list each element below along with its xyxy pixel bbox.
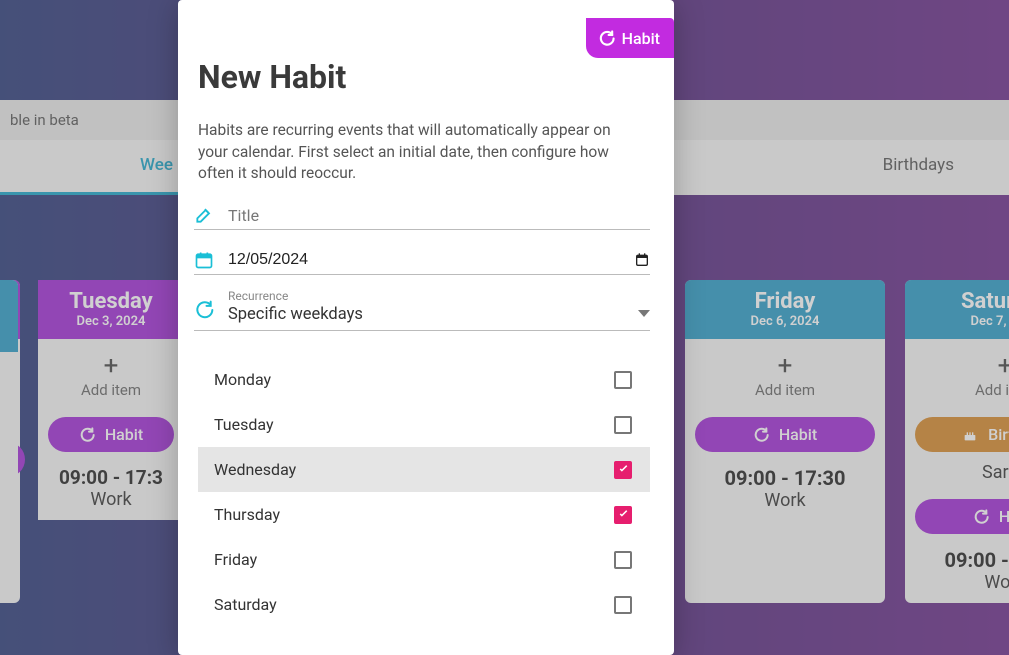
day-header: Saturday Dec 7, 2024 [905,280,1009,339]
weekday-label: Saturday [214,595,277,614]
weekday-label: Tuesday [214,415,274,434]
habit-pill-label: Habit [105,425,143,444]
chevron-down-icon [638,310,650,318]
add-item-label: Add item [38,381,184,399]
date-field-row: 12/05/2024 [194,244,650,275]
plus-icon: + [38,353,184,379]
day-column: Saturday Dec 7, 2024 + Add item Birthday… [905,280,1009,603]
day-date: Dec 7, 2024 [905,314,1009,329]
event[interactable]: 09:00 - 17:30 Work [685,452,885,521]
day-date: Dec 6, 2024 [685,314,885,329]
modal-type-label: Habit [622,29,660,48]
add-item-button[interactable]: + Add item [685,339,885,405]
redo-icon [79,427,95,443]
weekday-list: Monday Tuesday Wednesday Thursday Friday Satu… [198,357,650,627]
weekday-row[interactable]: Thursday [198,492,650,537]
beta-text: ble in beta [10,111,79,129]
weekday-checkbox[interactable] [614,416,632,434]
tab-birthdays[interactable]: Birthdays [883,155,954,175]
tab-underline [0,192,185,195]
title-input[interactable]: Title [228,206,650,225]
modal-title: New Habit [198,58,650,96]
weekday-checkbox[interactable] [614,506,632,524]
event-title: Work [685,490,885,511]
habit-pill[interactable]: Habit [915,499,1009,534]
day-date: Dec 3, 2024 [38,314,184,329]
event-time: 09:00 - 17:3 [38,466,184,489]
recurrence-value: Specific weekdays [228,305,624,324]
event[interactable]: 09:00 - 17:3 Work [38,452,184,520]
add-item-button[interactable]: + Add item [38,339,184,405]
day-header: Tuesday Dec 3, 2024 [38,280,184,339]
day-name: Tuesday [38,290,184,314]
day-header: Friday Dec 6, 2024 [685,280,885,339]
redo-icon [973,509,989,525]
weekday-row[interactable]: Saturday [198,582,650,627]
plus-icon: + [905,353,1009,379]
new-habit-modal: Habit New Habit Habits are recurring eve… [178,0,674,655]
weekday-label: Thursday [214,505,280,524]
redo-icon [194,300,214,320]
day-column-sliver [0,280,18,550]
weekday-checkbox[interactable] [614,371,632,389]
weekday-checkbox[interactable] [614,461,632,479]
event-title: Work [905,572,1009,593]
weekday-label: Friday [214,550,257,569]
birthday-name: Sarah [905,462,1009,483]
birthday-pill[interactable]: Birthday [915,417,1009,452]
weekday-checkbox[interactable] [614,596,632,614]
redo-icon [753,427,769,443]
day-column: Friday Dec 6, 2024 + Add item Habit 09:0… [685,280,885,603]
event-time: 09:00 - 17:30 [685,466,885,490]
day-name: Saturday [905,290,1009,314]
weekday-row[interactable]: Wednesday [198,447,650,492]
habit-pill-label: Habit [779,425,817,444]
recurrence-field-row: Recurrence Specific weekdays [194,289,650,331]
edit-icon [194,205,214,225]
tab-week[interactable]: Wee [140,155,173,175]
weekday-row[interactable]: Tuesday [198,402,650,447]
recurrence-select[interactable]: Recurrence Specific weekdays [228,289,624,324]
add-item-button[interactable]: + Add item [905,339,1009,405]
event-time: 09:00 - 17:30 [905,548,1009,572]
add-item-label: Add item [685,381,885,399]
weekday-checkbox[interactable] [614,551,632,569]
event-title: Work [38,489,184,510]
birthday-pill-label: Birthday [988,425,1009,444]
weekday-row[interactable]: Monday [198,357,650,402]
birthday-event[interactable]: Sarah [905,452,1009,487]
redo-icon [598,30,615,47]
recurrence-label: Recurrence [228,289,624,303]
weekday-row[interactable]: Friday [198,537,650,582]
event[interactable]: 09:00 - 17:30 Work [905,534,1009,603]
modal-type-tab[interactable]: Habit [586,18,674,58]
modal-description: Habits are recurring events that will au… [198,120,650,185]
habit-pill[interactable]: Habit [48,417,174,452]
date-input[interactable]: 12/05/2024 [228,251,620,269]
weekday-label: Wednesday [214,460,296,479]
cake-icon [962,427,978,443]
day-name: Friday [685,290,885,314]
habit-pill-label: Habit [999,507,1009,526]
title-field-row: Title [194,199,650,230]
add-item-label: Add item [905,381,1009,399]
plus-icon: + [685,353,885,379]
calendar-picker-icon[interactable] [634,252,650,268]
weekday-label: Monday [214,370,271,389]
calendar-icon [194,250,214,270]
habit-pill[interactable]: Habit [695,417,875,452]
